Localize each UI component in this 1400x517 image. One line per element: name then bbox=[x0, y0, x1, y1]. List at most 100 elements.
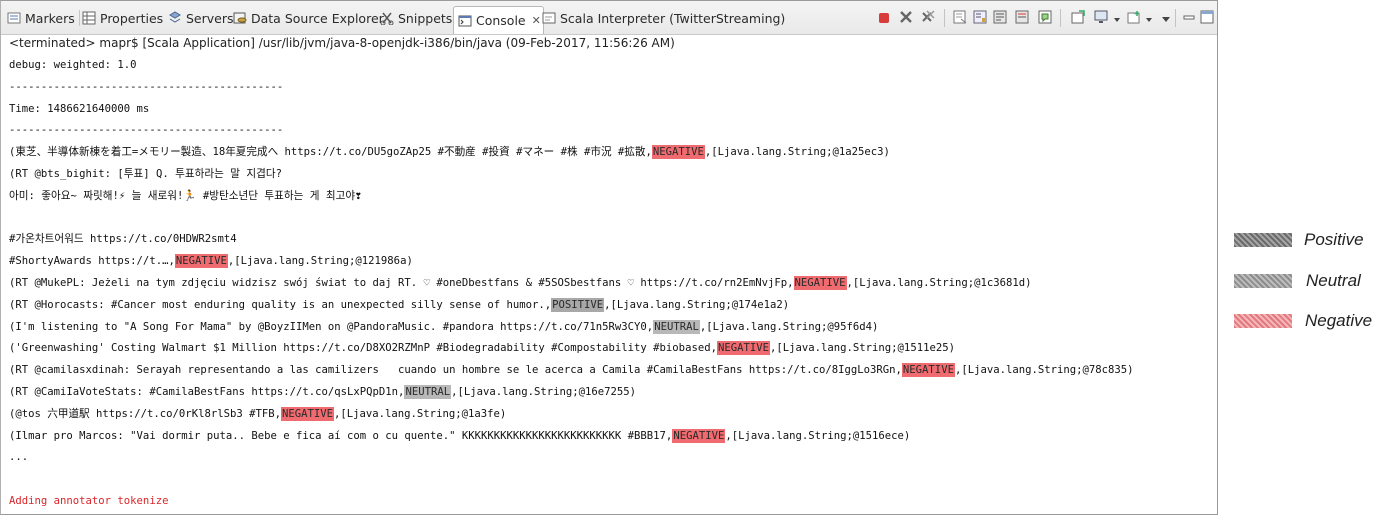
tab-label: Snippets bbox=[398, 10, 453, 26]
tab-data-source-explorer[interactable]: Data Source Explorer bbox=[233, 5, 384, 31]
properties-icon bbox=[82, 11, 96, 25]
remove-launch-button[interactable] bbox=[898, 10, 914, 26]
console-text: ... bbox=[9, 451, 29, 464]
console-text: ,[Ljava.lang.String;@1a3fe) bbox=[334, 407, 507, 420]
console-text: 아미: 좋아요~ 짜릿해!⚡ 늘 새로워!🏃 #방탄소년단 투표하는 게 최고야… bbox=[9, 189, 362, 202]
console-text: ,[Ljava.lang.String;@1a25ec3) bbox=[704, 146, 890, 159]
tab-console[interactable]: Console ✕ bbox=[453, 6, 544, 34]
maximize-button[interactable] bbox=[1199, 10, 1215, 26]
sentiment-label-negative: NEGATIVE bbox=[651, 145, 705, 160]
open-console-icon bbox=[1071, 9, 1085, 28]
process-status-label: <terminated> mapr$ [Scala Application] /… bbox=[9, 36, 675, 50]
tab-label: Properties bbox=[100, 10, 164, 26]
clear-console-button[interactable] bbox=[952, 10, 968, 26]
scroll-lock-icon bbox=[973, 9, 987, 28]
sentiment-label-positive: POSITIVE bbox=[551, 297, 605, 312]
sentiment-label-neutral: NEUTRAL bbox=[653, 319, 700, 334]
new-console-button[interactable] bbox=[1126, 10, 1142, 26]
console-line: Time: 1486621640000 ms bbox=[9, 102, 1211, 124]
markers-icon bbox=[7, 11, 21, 25]
console-text: (RT @Horocasts: #Cancer most enduring qu… bbox=[9, 298, 552, 311]
console-error-line: Adding annotator tokenize bbox=[9, 494, 1211, 516]
console-text: (@tos 六甲道駅 https://t.co/0rKl8rlSb3 #TFB, bbox=[9, 407, 281, 420]
snippets-icon bbox=[380, 11, 394, 26]
scroll-lock-button[interactable] bbox=[972, 10, 988, 26]
pin-console-button[interactable] bbox=[1037, 10, 1053, 26]
console-line: (RT @MukePL: Jeżeli na tym zdjęciu widzi… bbox=[9, 275, 1211, 298]
show-when-stderr-button[interactable] bbox=[1014, 10, 1030, 26]
new-console-icon bbox=[1127, 9, 1141, 28]
chevron-down-icon bbox=[1113, 9, 1121, 28]
sentiment-label-negative: NEGATIVE bbox=[901, 363, 955, 378]
minimize-button[interactable] bbox=[1181, 10, 1197, 26]
tab-label: Servers bbox=[186, 10, 234, 26]
tab-label: Console bbox=[476, 13, 526, 28]
terminate-button[interactable] bbox=[876, 10, 892, 26]
tab-markers[interactable]: Markers bbox=[7, 5, 75, 31]
remove-x-icon bbox=[899, 9, 913, 28]
tab-scala-interpreter[interactable]: Scala Interpreter (TwitterStreaming) bbox=[542, 5, 785, 31]
stop-icon bbox=[878, 9, 890, 28]
view-tab-bar: Markers Properties Servers Data Source E… bbox=[1, 1, 1217, 35]
console-text: ('Greenwashing' Costing Walmart $1 Milli… bbox=[9, 342, 717, 355]
console-text: ,[Ljava.lang.String;@174e1a2) bbox=[604, 298, 790, 311]
view-menu-button[interactable] bbox=[1158, 10, 1174, 26]
sentiment-label-negative: NEGATIVE bbox=[716, 341, 770, 356]
open-console-button[interactable] bbox=[1070, 9, 1086, 28]
tab-properties[interactable]: Properties bbox=[82, 5, 163, 31]
console-text: (Ilmar pro Marcos: "Vai dormir puta.. Be… bbox=[9, 429, 673, 442]
display-selected-console-button[interactable] bbox=[1093, 10, 1109, 26]
console-text: (RT @bts_bighit: [투표] Q. 투표하라는 말 지겹다? bbox=[9, 167, 283, 180]
console-line: ----------------------------------------… bbox=[9, 80, 1211, 102]
console-line: (東芝、半導体新棟を着工=メモリー製造、18年夏完成へ https://t.co… bbox=[9, 145, 1211, 167]
servers-icon bbox=[168, 11, 182, 25]
console-text: ,[Ljava.lang.String;@1c3681d) bbox=[846, 276, 1032, 289]
tab-servers[interactable]: Servers bbox=[168, 5, 234, 31]
pin-console-icon bbox=[1038, 9, 1052, 28]
show-when-stdout-button[interactable] bbox=[992, 10, 1008, 26]
console-line: #가온차트어워드 https://t.co/0HDWR2smt4 bbox=[9, 232, 1211, 254]
console-text: ,[Ljava.lang.String;@1516ece) bbox=[725, 429, 911, 442]
view-menu-chevron-icon bbox=[1161, 9, 1171, 28]
console-line: ----------------------------------------… bbox=[9, 123, 1211, 145]
console-text: ,[Ljava.lang.String;@1511e25) bbox=[770, 342, 955, 355]
console-text: ,[Ljava.lang.String;@121986a) bbox=[227, 255, 413, 268]
console-line: (@tos 六甲道駅 https://t.co/0rKl8rlSb3 #TFB,… bbox=[9, 406, 1211, 429]
stderr-icon bbox=[1015, 9, 1029, 28]
display-console-dropdown[interactable] bbox=[1109, 10, 1125, 26]
console-text: (東芝、半導体新棟を着工=メモリー製造、18年夏完成へ https://t.co… bbox=[9, 146, 652, 159]
data-source-icon bbox=[233, 11, 247, 25]
legend-label: Negative bbox=[1305, 311, 1373, 330]
console-line: (RT @Horocasts: #Cancer most enduring qu… bbox=[9, 297, 1211, 320]
console-line: ... bbox=[9, 450, 1211, 472]
console-line: (RT @camilasxdinah: Serayah representand… bbox=[9, 363, 1211, 385]
console-line: ('Greenwashing' Costing Walmart $1 Milli… bbox=[9, 341, 1211, 363]
console-text: ,[Ljava.lang.String;@16e7255) bbox=[451, 385, 637, 398]
sentiment-label-neutral: NEUTRAL bbox=[404, 384, 452, 399]
sentiment-label-negative: NEGATIVE bbox=[174, 254, 228, 269]
tab-label: Scala Interpreter (TwitterStreaming) bbox=[560, 10, 786, 26]
new-console-dropdown[interactable] bbox=[1141, 10, 1157, 26]
sentiment-label-negative: NEGATIVE bbox=[793, 275, 847, 290]
remove-all-terminated-button[interactable] bbox=[920, 9, 936, 28]
console-text: (RT @MukePL: Jeżeli na tym zdjęciu widzi… bbox=[9, 276, 794, 289]
console-text: (RT @camilasxdinah: Serayah representand… bbox=[9, 364, 902, 377]
console-line: debug: weighted: 1.0 bbox=[9, 58, 1211, 80]
tab-label: Data Source Explorer bbox=[251, 10, 384, 26]
console-text: Time: 1486621640000 ms bbox=[9, 102, 150, 115]
legend-item-neutral: Neutral bbox=[1234, 270, 1400, 292]
legend-label: Neutral bbox=[1306, 271, 1361, 290]
remove-all-icon bbox=[921, 9, 935, 28]
console-line: 아미: 좋아요~ 짜릿해!⚡ 늘 새로워!🏃 #방탄소년단 투표하는 게 최고야… bbox=[9, 189, 1211, 211]
close-icon[interactable]: ✕ bbox=[532, 14, 541, 27]
console-line: (Ilmar pro Marcos: "Vai dormir puta.. Be… bbox=[9, 428, 1211, 451]
console-icon bbox=[458, 14, 472, 28]
console-output[interactable]: debug: weighted: 1.0 --------------------… bbox=[9, 58, 1211, 516]
clear-console-icon bbox=[953, 9, 967, 28]
legend-swatch-neutral bbox=[1234, 274, 1292, 288]
maximize-icon bbox=[1200, 9, 1214, 28]
legend-label: Positive bbox=[1304, 230, 1364, 249]
console-text: ----------------------------------------… bbox=[9, 124, 284, 137]
tab-snippets[interactable]: Snippets bbox=[380, 5, 452, 31]
